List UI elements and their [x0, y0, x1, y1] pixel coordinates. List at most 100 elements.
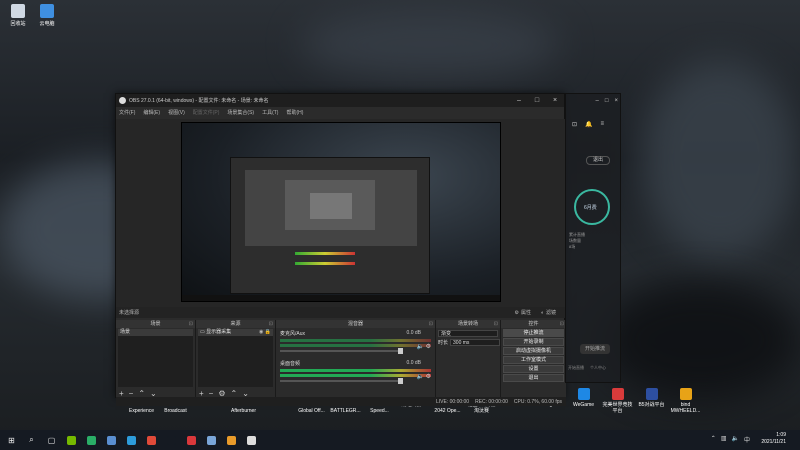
app-icon: [679, 388, 692, 400]
app-label: 完美世界竞技平台: [602, 402, 633, 414]
streaming-assistant-window[interactable]: – □ × ⊡ 🔔 ≡ 退出 6月费 累计直播 场数量 8场 开始推流 开始直播…: [565, 93, 621, 383]
desktop-icon-cloud-pc[interactable]: 云电脑: [30, 4, 64, 27]
clock-date: 2021/11/21: [761, 439, 786, 445]
taskbar-chrome-icon[interactable]: [143, 433, 160, 447]
chevron-up-icon[interactable]: ⌃: [711, 435, 716, 444]
virtual-camera-button[interactable]: 启动虚拟摄像机: [503, 347, 564, 355]
settings-button[interactable]: 设置: [503, 365, 564, 373]
desktop-icon-label: 云电脑: [39, 21, 55, 27]
audio-meter: [280, 339, 431, 342]
logout-button[interactable]: 退出: [586, 156, 610, 165]
duration-input[interactable]: 300 ms: [450, 339, 500, 346]
app-label: bind MWHEELD...: [670, 402, 701, 414]
desktop-app-shortcut[interactable]: WeGame: [568, 388, 599, 414]
mixer-dock: 混音器 ⊡ 麦克风/Aux 0.0 dB 🔈 ⚙ 桌面音频 0.0 dB 🔈 ⚙: [276, 320, 436, 399]
menu-edit[interactable]: 编辑(E): [143, 109, 160, 116]
nested-obs-preview: [230, 157, 430, 294]
volume-slider[interactable]: [280, 348, 403, 354]
taskbar-search-icon[interactable]: ⌕: [23, 433, 40, 447]
volume-icon[interactable]: 🔈: [732, 435, 739, 444]
minimize-button[interactable]: –: [596, 98, 599, 104]
volume-slider[interactable]: [280, 378, 403, 384]
speaker-icon[interactable]: 🔈: [416, 344, 423, 350]
taskbar-clock[interactable]: 1:09 2021/11/21: [761, 432, 786, 446]
taskbar-app-orange-icon[interactable]: [223, 433, 240, 447]
system-tray: ⌃ ▥ 🔈 中: [711, 435, 750, 444]
taskbar-steam2-icon[interactable]: [203, 433, 220, 447]
close-button[interactable]: ×: [546, 97, 564, 104]
sources-dock-title: 来源 ⊡: [196, 320, 275, 328]
taskbar-wechat-icon[interactable]: [83, 433, 100, 447]
link-start-live[interactable]: 开始直播: [568, 365, 584, 371]
gear-icon[interactable]: ⚙: [426, 374, 431, 380]
start-recording-button[interactable]: 开始录制: [503, 338, 564, 346]
network-icon[interactable]: ▥: [721, 435, 727, 444]
stop-streaming-button[interactable]: 停止推流: [503, 329, 564, 337]
filters-button[interactable]: ◐ 滤镜: [541, 309, 556, 317]
app-icon: [611, 388, 624, 400]
preview-canvas[interactable]: [181, 122, 501, 302]
mixer-channel-db: 0.0 dB: [406, 360, 421, 366]
desktop-app-shortcut[interactable]: B5对战平台: [636, 388, 667, 414]
membership-label: 6月费: [584, 205, 597, 211]
taskbar-obs-icon[interactable]: [243, 433, 260, 447]
close-button[interactable]: ×: [614, 98, 618, 104]
taskbar-taskview-icon[interactable]: ▢: [43, 433, 60, 447]
scenes-list: 场景: [118, 329, 193, 387]
taskbar-sep-icon: [163, 433, 180, 447]
maximize-button[interactable]: □: [528, 97, 546, 104]
start-stream-button[interactable]: 开始推流: [580, 344, 610, 354]
menu-icon[interactable]: ≡: [601, 121, 605, 128]
sources-dock: 来源 ⊡ ▭ 显示器采集 ◉ 🔒 + − ⚙ ⌃ ⌄: [196, 320, 276, 399]
volume-knob[interactable]: [398, 378, 403, 384]
menu-tools[interactable]: 工具(T): [262, 109, 278, 116]
source-item[interactable]: ▭ 显示器采集 ◉ 🔒: [198, 329, 273, 336]
obs-window[interactable]: OBS 27.0.1 (64-bit, windows) - 配置文件: 未命名…: [115, 93, 566, 406]
obs-logo-icon: [119, 97, 126, 104]
membership-ring: 6月费: [574, 189, 610, 225]
menu-scene-collection[interactable]: 场景集合(S): [227, 109, 254, 116]
studio-mode-button[interactable]: 工作室模式: [503, 356, 564, 364]
scene-item[interactable]: 场景: [118, 329, 193, 336]
transition-type-select[interactable]: 渐变: [438, 330, 498, 337]
app-icon: [645, 388, 658, 400]
mixer-channel-mic: 麦克风/Aux 0.0 dB 🔈 ⚙: [278, 329, 433, 359]
speaker-icon[interactable]: 🔈: [416, 374, 423, 380]
taskbar-app-red-icon[interactable]: [183, 433, 200, 447]
desktop-app-shortcut[interactable]: bind MWHEELD...: [670, 388, 701, 414]
ime-icon[interactable]: 中: [744, 435, 750, 444]
recycle-bin-icon: [11, 4, 25, 18]
audio-meter: [280, 374, 431, 377]
eye-icon[interactable]: ◉: [259, 329, 263, 335]
menu-file[interactable]: 文件(F): [119, 109, 135, 116]
side-app-toolbar: ⊡ 🔔 ≡: [572, 121, 620, 128]
obs-titlebar[interactable]: OBS 27.0.1 (64-bit, windows) - 配置文件: 未命名…: [116, 94, 564, 107]
desktop-app-shortcut[interactable]: 完美世界竞技平台: [602, 388, 633, 414]
volume-knob[interactable]: [398, 348, 403, 354]
menu-profile[interactable]: 配置文件(P): [193, 109, 220, 116]
minimize-button[interactable]: –: [510, 97, 528, 104]
properties-button[interactable]: ⚙ 属性: [514, 309, 531, 317]
gear-icon[interactable]: ⚙: [426, 344, 431, 350]
obs-menubar: 文件(F) 编辑(E) 视图(V) 配置文件(P) 场景集合(S) 工具(T) …: [116, 107, 564, 118]
link-profile[interactable]: 个人中心: [590, 365, 606, 371]
transition-duration-row: 时长 300 ms: [436, 339, 500, 346]
taskbar-steam-icon[interactable]: [103, 433, 120, 447]
transitions-dock-title: 场景转场 ⊡: [436, 320, 500, 328]
audio-meter: [280, 344, 431, 347]
nested-meter: [295, 252, 355, 255]
lock-icon[interactable]: 🔒: [265, 329, 271, 335]
taskbar-start-icon[interactable]: ⊞: [3, 433, 20, 447]
taskbar-nvidia-icon[interactable]: [63, 433, 80, 447]
transitions-dock: 场景转场 ⊡ 渐变 时长 300 ms: [436, 320, 501, 399]
bell-icon[interactable]: 🔔: [585, 121, 592, 128]
maximize-button[interactable]: □: [605, 98, 609, 104]
side-app-titlebar: – □ ×: [566, 94, 620, 107]
menu-view[interactable]: 视图(V): [168, 109, 185, 116]
settings-icon[interactable]: ⊡: [572, 121, 577, 128]
nested-preview-layer: [245, 170, 417, 246]
exit-button[interactable]: 退出: [503, 374, 564, 382]
obs-statusbar: LIVE: 00:00:00 REC: 00:00:00 CPU: 0.7%, …: [116, 397, 566, 406]
menu-help[interactable]: 帮助(H): [286, 109, 303, 116]
taskbar-qq-icon[interactable]: [123, 433, 140, 447]
